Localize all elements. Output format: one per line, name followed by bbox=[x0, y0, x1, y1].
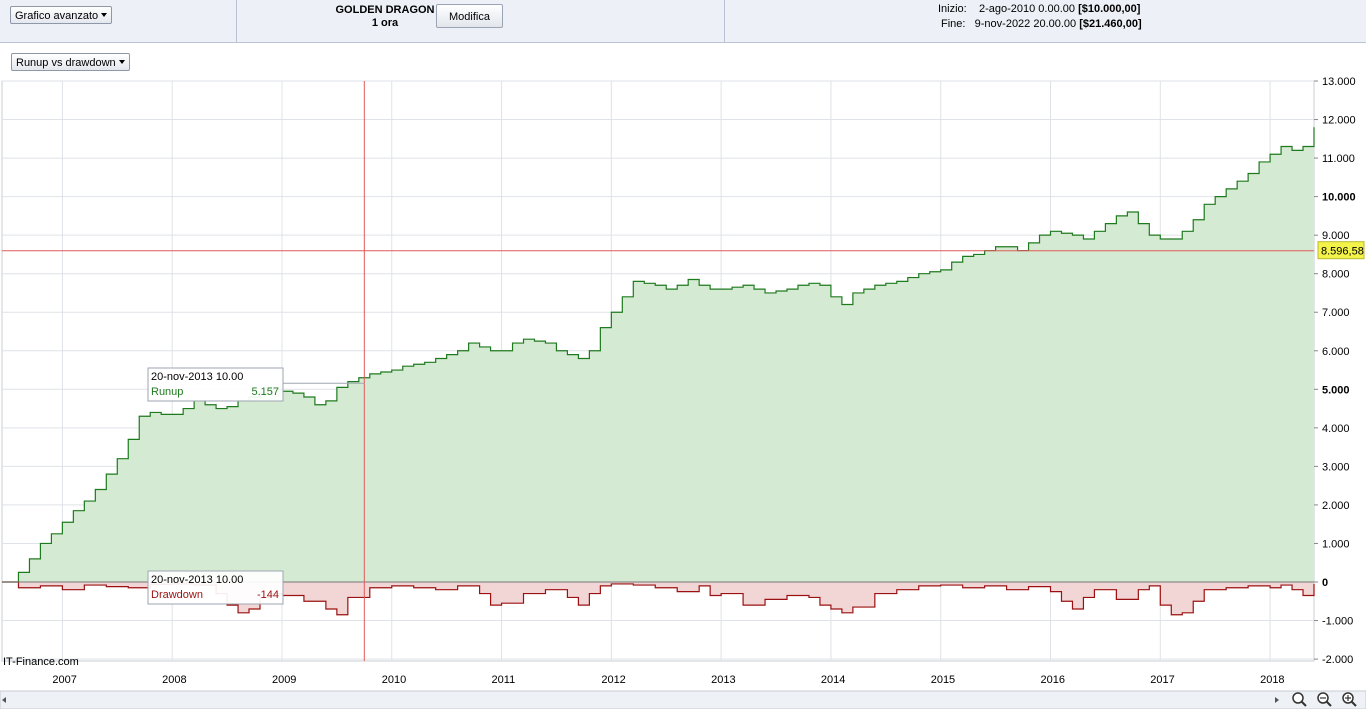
end-row: Fine: 9-nov-2022 20.00.00 [$21.460,00] bbox=[941, 18, 1142, 30]
y-tick-label: 12.000 bbox=[1322, 115, 1356, 127]
x-tick-label: 2007 bbox=[52, 674, 76, 686]
end-label: Fine: bbox=[941, 18, 966, 30]
x-tick-label: 2014 bbox=[821, 674, 845, 686]
x-tick-label: 2016 bbox=[1041, 674, 1065, 686]
y-tick-label: -1.000 bbox=[1322, 616, 1353, 628]
crosshair-value-label: 8.596,58 bbox=[1321, 246, 1364, 258]
y-tick-label: 7.000 bbox=[1322, 307, 1350, 319]
y-tick-label: 9.000 bbox=[1322, 230, 1350, 242]
timeframe-label: 1 ora bbox=[371, 17, 399, 29]
end-date: 9-nov-2022 20.00.00 bbox=[974, 18, 1077, 30]
watermark: IT-Finance.com bbox=[3, 656, 79, 668]
chart-area[interactable]: Runup vs drawdown 13.000 12.000 11.000 10.0… bbox=[0, 43, 1366, 709]
drawdown-tooltip-value: -144 bbox=[257, 589, 279, 601]
start-row: Inizio: 2-ago-2010 0.00.00 [$10.000,00] bbox=[938, 3, 1140, 15]
toolbar-separator bbox=[236, 0, 237, 42]
y-tick-label: 2.000 bbox=[1322, 500, 1350, 512]
strategy-title: GOLDEN DRAGON 1 ora bbox=[330, 4, 440, 30]
y-tick-label: 11.000 bbox=[1322, 153, 1355, 165]
chart-type-dropdown[interactable]: Grafico avanzato bbox=[10, 6, 113, 24]
toolbar-separator bbox=[724, 0, 725, 42]
bottom-scrollbar bbox=[0, 690, 1366, 709]
x-tick-label: 2013 bbox=[711, 674, 735, 686]
drawdown-tooltip-series: Drawdown bbox=[151, 589, 203, 601]
x-tick-label: 2011 bbox=[492, 674, 516, 686]
y-tick-label: 10.000 bbox=[1322, 192, 1356, 204]
x-tick-label: 2015 bbox=[931, 674, 955, 686]
x-tick-label: 2017 bbox=[1150, 674, 1174, 686]
runup-tooltip-date: 20-nov-2013 10.00 bbox=[151, 371, 243, 383]
chart-type-label: Grafico avanzato bbox=[15, 10, 99, 22]
x-tick-label: 2009 bbox=[272, 674, 296, 686]
drawdown-tooltip: 20-nov-2013 10.00 Drawdown -144 bbox=[147, 570, 284, 605]
strategy-name: GOLDEN DRAGON bbox=[335, 4, 435, 16]
start-date: 2-ago-2010 0.00.00 bbox=[978, 3, 1076, 15]
top-toolbar: Grafico avanzato GOLDEN DRAGON 1 ora Mod… bbox=[0, 0, 1366, 43]
y-tick-label: -2.000 bbox=[1322, 654, 1353, 666]
y-tick-label: 6.000 bbox=[1322, 346, 1350, 358]
end-value: [$21.460,00] bbox=[1079, 18, 1142, 30]
y-tick-label: 5.000 bbox=[1322, 384, 1350, 396]
runup-tooltip: 20-nov-2013 10.00 Runup 5.157 bbox=[147, 367, 284, 402]
start-label: Inizio: bbox=[938, 3, 967, 15]
y-tick-label: 3.000 bbox=[1322, 461, 1350, 473]
x-tick-label: 2008 bbox=[162, 674, 186, 686]
y-tick-label: 1.000 bbox=[1322, 538, 1350, 550]
y-tick-label: 13.000 bbox=[1322, 76, 1356, 88]
y-tick-label: 8.000 bbox=[1322, 269, 1350, 281]
x-tick-label: 2018 bbox=[1260, 674, 1284, 686]
x-tick-label: 2010 bbox=[382, 674, 406, 686]
drawdown-tooltip-date: 20-nov-2013 10.00 bbox=[151, 574, 243, 586]
runup-drawdown-chart[interactable]: 13.000 12.000 11.000 10.000 9.000 8.000 7.000 6… bbox=[0, 43, 1366, 709]
y-tick-label: 0 bbox=[1322, 577, 1328, 589]
start-value: [$10.000,00] bbox=[1078, 3, 1141, 15]
y-tick-label: 4.000 bbox=[1322, 423, 1350, 435]
modify-button[interactable]: Modifica bbox=[436, 4, 503, 28]
x-tick-label: 2012 bbox=[601, 674, 625, 686]
chevron-down-icon bbox=[101, 13, 108, 17]
runup-tooltip-series: Runup bbox=[151, 386, 183, 398]
runup-tooltip-value: 5.157 bbox=[251, 386, 279, 398]
